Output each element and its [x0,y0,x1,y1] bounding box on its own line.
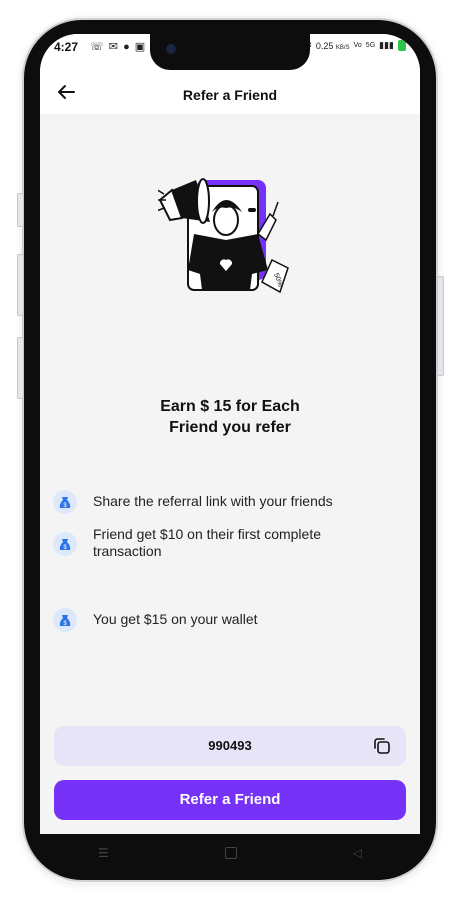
camera-notch [150,34,310,70]
system-nav-bar: ☰ ◁ [40,834,420,872]
headline: Earn $ 15 for Each Friend you refer [80,396,380,438]
status-right: ✱ 0.25 KB/S Vo 5G ▮▮▮ [304,40,406,51]
app-header: Refer a Friend [40,74,420,114]
front-camera [166,44,176,54]
back-nav-icon[interactable]: ◁ [353,846,362,860]
volume-down-button [17,337,24,399]
referral-code: 990493 [208,738,252,753]
status-time: 4:27 [54,40,79,54]
copy-icon[interactable] [372,736,392,756]
headline-line-1: Earn $ 15 for Each [160,398,300,415]
money-bag-icon: $ [53,490,77,514]
benefit-text: You get $15 on your wallet [93,611,258,627]
net-speed-unit: KB/S [335,44,350,51]
app-screen: 4:27 ☏ ✉ ● ▣ ▷ ✱ 0.25 KB/S Vo 5G ▮▮▮ Ref… [40,34,420,834]
money-bag-icon: $ [53,608,77,632]
megaphone-illustration: 50% [158,178,289,294]
side-button [17,193,24,227]
benefit-text: Friend get $10 on their first complete t… [93,526,322,559]
net-speed: 0.25 KB/S [316,41,350,51]
volte-indicator: Vo [353,42,362,49]
headline-line-2: Friend you refer [169,419,291,436]
battery-icon [398,40,406,51]
signal-type: 5G [365,42,376,49]
referral-code-box[interactable]: 990493 [54,726,406,766]
refer-friend-button[interactable]: Refer a Friend [54,780,406,820]
money-bag-icon: $ [53,532,77,556]
volume-up-button [17,254,24,316]
benefit-text: Share the referral link with your friend… [93,493,333,509]
page-title: Refer a Friend [182,87,278,103]
menu-icon[interactable]: ☰ [98,846,109,860]
home-icon[interactable] [224,847,237,859]
signal-icon: ▮▮▮ [379,40,394,50]
power-button [437,276,444,376]
net-speed-value: 0.25 [315,40,334,51]
